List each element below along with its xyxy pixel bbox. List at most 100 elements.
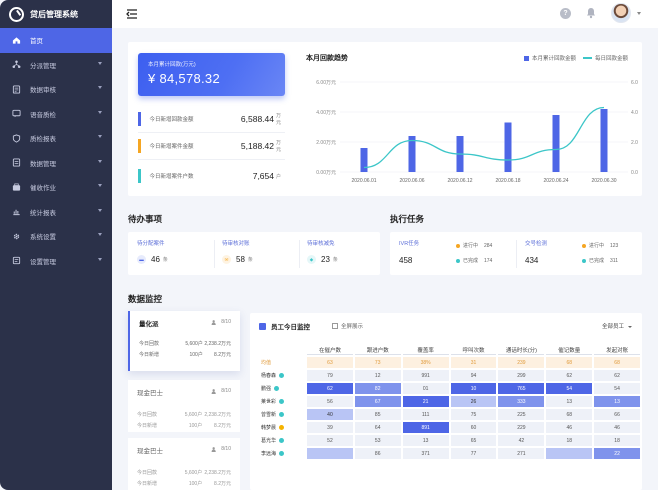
- table-row: 李远海 86 371 77 271 22: [258, 448, 640, 459]
- todo-item[interactable]: 待审核对账 ✉ 58 条: [222, 239, 302, 264]
- legend-line-swatch: [583, 57, 593, 59]
- x-tick-label: 2020.06.01: [351, 178, 376, 184]
- team-card[interactable]: 量化派 8/10 今日回款 5,600户 2,238.2万元 今日新增 100户 8.2万元: [128, 311, 240, 371]
- table-header-cell[interactable]: 通话时长(分): [498, 345, 545, 355]
- table-cell: 239: [498, 357, 545, 368]
- status-badge: [279, 399, 285, 405]
- bar[interactable]: [408, 136, 416, 172]
- chevron-down-icon[interactable]: [637, 12, 641, 15]
- brand[interactable]: 贷后管理系统: [0, 0, 112, 28]
- sidebar-item-2[interactable]: 数据审核: [0, 77, 112, 102]
- y-tick-label: 4.00万元: [316, 110, 336, 116]
- table-cell: 62: [307, 383, 353, 394]
- stat-label: 今日新增案件户数: [149, 174, 194, 180]
- divider: [299, 240, 300, 268]
- employee-filter-select[interactable]: 全部员工: [602, 322, 632, 330]
- sidebar-item-5[interactable]: 数据管理: [0, 151, 112, 176]
- exec-value: 458: [399, 256, 413, 265]
- exec-done: 已完成 174: [456, 257, 492, 264]
- bar[interactable]: [552, 115, 560, 172]
- table-header-cell[interactable]: 催记数量: [546, 345, 593, 355]
- sidebar-item-6[interactable]: 催收作业: [0, 175, 112, 200]
- todo-glyph: ▬: [139, 257, 144, 262]
- divider: [138, 159, 285, 160]
- table-cell: 73: [354, 357, 401, 368]
- employee-monitor-header: 员工今日监控: [259, 321, 310, 331]
- bell-icon[interactable]: [586, 7, 596, 19]
- table-header-cell[interactable]: 呼叫次数: [450, 345, 497, 355]
- bar[interactable]: [504, 122, 512, 173]
- table-header-cell[interactable]: 在催户数: [307, 345, 353, 355]
- employee-name-cell[interactable]: 葛光华: [258, 435, 305, 446]
- table-cell: 75: [450, 409, 497, 420]
- avatar[interactable]: [611, 3, 631, 23]
- table-cell: 891: [402, 422, 449, 433]
- table-cell: 38%: [402, 357, 449, 368]
- chevron-down-icon: [98, 135, 102, 138]
- fullscreen-button[interactable]: 全屏展示: [332, 322, 363, 330]
- employee-name-cell[interactable]: 均值: [258, 357, 305, 368]
- employee-name-cell[interactable]: 鹏强: [258, 383, 305, 394]
- employee-name: 均值: [261, 360, 272, 366]
- employee-name-cell[interactable]: 李远海: [258, 448, 305, 459]
- legend-line-label: 每日回款金额: [595, 56, 629, 62]
- table-header-row: 在催户数 跟进户数 覆盖率 呼叫次数 通话时长(分) 催记数量 发起对账: [258, 345, 640, 355]
- x-tick-label: 2020.06.30: [591, 178, 616, 184]
- team-metric-row: 今日回款 5,600户 2,238.2万元: [137, 469, 231, 476]
- team-metric-cell: 5,600户: [184, 470, 203, 476]
- table-cell: 66: [594, 409, 640, 420]
- sidebar-item-3[interactable]: 语音质检: [0, 102, 112, 127]
- team-card[interactable]: 现金巴士 8/10 今日回款 5,600户 2,238.2万元 今日新增 100户 8.2万元: [128, 380, 240, 432]
- team-count-value: 8/10: [221, 446, 231, 452]
- bar[interactable]: [600, 109, 608, 172]
- stat-color-bar: [138, 139, 141, 153]
- exec-item[interactable]: IVR任务 458: [399, 239, 419, 265]
- y-tick-label-right: 2.00万元: [631, 140, 638, 146]
- chevron-down-icon: [98, 208, 102, 212]
- trend-title: 本月回款趋势: [306, 55, 348, 62]
- todo-glyph: ✉: [224, 256, 229, 262]
- y-tick-label-right: 6.00万元: [631, 80, 638, 86]
- sidebar-item-4[interactable]: 质检报表: [0, 126, 112, 151]
- team-metric-row: 今日回款 5,600户 2,238.2万元: [137, 411, 231, 418]
- report-icon: [12, 207, 21, 216]
- sidebar-item-1[interactable]: 分派管理: [0, 53, 112, 78]
- bar[interactable]: [360, 148, 368, 172]
- table-cell: 26: [450, 396, 497, 407]
- table-header-cell[interactable]: 跟进户数: [354, 345, 401, 355]
- employee-name-cell[interactable]: 杨春森: [258, 370, 305, 381]
- todo-unit: 条: [247, 257, 253, 263]
- table-cell: 371: [402, 448, 449, 459]
- help-icon[interactable]: ?: [560, 8, 571, 19]
- table-cell: 65: [450, 435, 497, 446]
- sidebar-item-0[interactable]: 首页: [0, 28, 112, 53]
- status-badge: [279, 373, 285, 379]
- stat-value: 7,654: [252, 171, 274, 181]
- exec-running: 进行中 284: [456, 242, 492, 249]
- x-tick-label: 2020.06.06: [399, 178, 424, 184]
- team-metric-cell: 5,600户: [184, 412, 203, 418]
- team-count-value: 8/10: [221, 388, 231, 394]
- employee-name-cell[interactable]: 莱世彩: [258, 396, 305, 407]
- sidebar-item-7[interactable]: 统计报表: [0, 200, 112, 225]
- sidebar-item-9[interactable]: 设置管理: [0, 249, 112, 274]
- exec-item[interactable]: 交号检测 434: [525, 239, 547, 265]
- table-header-cell[interactable]: 发起对账: [594, 345, 640, 355]
- table-row: 莱世彩 56 67 21 26 333 13 13: [258, 396, 640, 407]
- sidebar-item-8[interactable]: 系统设置: [0, 224, 112, 249]
- todo-item[interactable]: 待审核减免 ◆ 23 条: [307, 239, 387, 264]
- table-cell: 54: [594, 383, 640, 394]
- todo-item[interactable]: 待分配案件 ▬ 46 条: [137, 239, 217, 264]
- chevron-down-icon: [98, 110, 102, 114]
- todo-label: 待审核对账: [222, 241, 250, 247]
- divider: [516, 240, 517, 268]
- table-cell: 333: [498, 396, 545, 407]
- month-total-label: 本月累计回款(万元): [148, 62, 196, 68]
- employee-name-cell[interactable]: 曾雪新: [258, 409, 305, 420]
- employee-name-cell[interactable]: 韩梦晨: [258, 422, 305, 433]
- table-header-cell[interactable]: 覆盖率: [402, 345, 449, 355]
- menu-collapse-icon[interactable]: [126, 9, 138, 19]
- sidebar-item-label: 数据管理: [30, 160, 56, 168]
- table-cell: 79: [307, 370, 353, 381]
- team-card[interactable]: 现金巴士 8/10 今日回款 5,600户 2,238.2万元 今日新增 100户 8.2万元: [128, 438, 240, 490]
